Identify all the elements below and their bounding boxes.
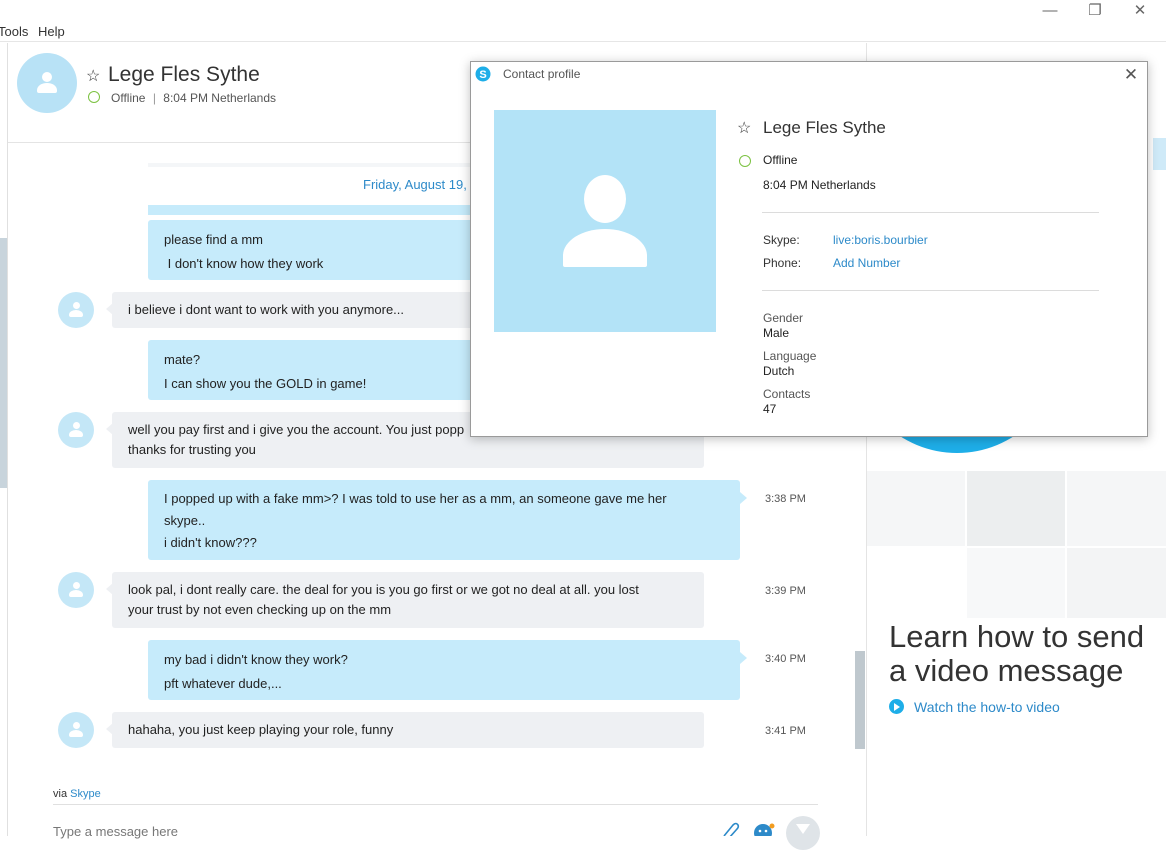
- via-prefix: via: [53, 788, 68, 800]
- message-incoming[interactable]: i believe i dont want to work with you a…: [112, 292, 482, 328]
- contact-avatar-small: [58, 412, 94, 448]
- person-icon: [67, 721, 85, 739]
- person-icon: [563, 175, 647, 267]
- message-text: look pal, i dont really care. the deal f…: [128, 582, 639, 597]
- message-input[interactable]: [53, 822, 693, 840]
- contact-local-time: 8:04 PM Netherlands: [163, 91, 277, 105]
- background-tile: [1067, 471, 1166, 546]
- background-tile: [967, 471, 1065, 546]
- message-text: my bad i didn't know they work?: [164, 652, 348, 667]
- background-tile: [867, 471, 965, 546]
- contacts-label: Contacts: [763, 387, 811, 401]
- message-incoming[interactable]: hahaha, you just keep playing your role,…: [112, 712, 704, 748]
- dialog-title: Contact profile: [503, 67, 581, 81]
- contact-status: Offline: [111, 91, 146, 105]
- contact-status-line: Offline | 8:04 PM Netherlands: [111, 91, 277, 105]
- contacts-count: 47: [763, 402, 777, 416]
- date-separator: Friday, August 19,: [363, 177, 467, 192]
- message-text: pft whatever dude,...: [164, 676, 282, 691]
- message-outgoing[interactable]: I popped up with a fake mm>? I was told …: [148, 480, 740, 560]
- restore-button[interactable]: ❐: [1073, 0, 1117, 22]
- background-tile: [967, 548, 1065, 618]
- profile-status: Offline: [763, 153, 798, 167]
- language-value: Dutch: [763, 364, 795, 378]
- message-text: i didn't know???: [164, 535, 257, 550]
- contact-avatar[interactable]: [17, 53, 77, 113]
- message-text: please find a mm: [164, 232, 263, 247]
- person-icon: [67, 421, 85, 439]
- watch-video-link[interactable]: Watch the how-to video: [889, 699, 1060, 715]
- message-outgoing[interactable]: my bad i didn't know they work? pft what…: [148, 640, 740, 700]
- skype-label: Skype:: [763, 233, 800, 247]
- message-scrollbar[interactable]: [855, 651, 865, 749]
- profile-divider: [762, 290, 1099, 291]
- profile-divider: [762, 212, 1099, 213]
- compose-divider: [53, 804, 818, 805]
- message-text: your trust by not even checking up on th…: [128, 602, 392, 617]
- favorite-star-icon[interactable]: ☆: [86, 66, 100, 86]
- attach-file-icon[interactable]: [720, 820, 740, 836]
- message-text: thanks for trusting you: [128, 442, 256, 457]
- message-time: 3:41 PM: [765, 725, 806, 737]
- promo-title: Learn how to send a video message: [889, 619, 1145, 688]
- message-outgoing[interactable]: please find a mm I don't know how they w…: [148, 220, 488, 280]
- gender-label: Gender: [763, 311, 804, 325]
- left-panel-scrollbar[interactable]: [0, 238, 7, 488]
- menu-help[interactable]: Help: [38, 24, 65, 39]
- message-text: mate?: [164, 352, 201, 367]
- contact-avatar-small: [58, 572, 94, 608]
- gender-value: Male: [763, 326, 790, 340]
- menu-bar: Tools Help — ❐ ✕: [0, 0, 1166, 42]
- contact-name[interactable]: Lege Fles Sythe: [108, 63, 260, 87]
- minimize-button[interactable]: —: [1028, 0, 1072, 22]
- send-icon: [796, 824, 810, 834]
- presence-offline-icon: [88, 91, 100, 103]
- bubble-tail: [740, 492, 747, 504]
- message-time: 3:40 PM: [765, 653, 806, 665]
- contact-profile-dialog: S Contact profile ✕ ☆ Lege Fles Sythe Of…: [470, 61, 1148, 437]
- window-close-button[interactable]: ✕: [1118, 0, 1162, 22]
- contact-avatar-small: [58, 712, 94, 748]
- message-text: I popped up with a fake mm>? I was told …: [164, 491, 667, 506]
- add-number-link[interactable]: Add Number: [833, 256, 900, 270]
- message-text: i believe i dont want to work with you a…: [128, 302, 405, 317]
- message-text: I can show you the GOLD in game!: [164, 376, 367, 391]
- background-tile: [1067, 548, 1166, 618]
- message-time: 3:39 PM: [765, 585, 806, 597]
- skype-id-link[interactable]: live:boris.bourbier: [833, 233, 928, 247]
- presence-offline-icon: [739, 155, 751, 167]
- via-skype-label: via Skype: [53, 788, 101, 800]
- profile-local-time: 8:04 PM Netherlands: [763, 178, 876, 192]
- bubble-tail: [740, 652, 747, 664]
- dialog-close-button[interactable]: ✕: [1121, 65, 1141, 85]
- left-panel-edge: [0, 43, 8, 836]
- language-label: Language: [763, 349, 817, 363]
- play-icon: [889, 699, 904, 714]
- message-time: 3:38 PM: [765, 493, 806, 505]
- profile-photo: [494, 110, 716, 332]
- via-skype-link[interactable]: Skype: [70, 788, 101, 800]
- person-icon: [34, 70, 60, 96]
- message-text: I don't know how they work: [164, 256, 324, 271]
- menu-tools[interactable]: Tools: [0, 24, 28, 39]
- skype-logo-icon: S: [475, 66, 491, 82]
- contact-avatar-small: [58, 292, 94, 328]
- message-incoming[interactable]: look pal, i dont really care. the deal f…: [112, 572, 704, 628]
- message-outgoing[interactable]: mate? I can show you the GOLD in game!: [148, 340, 488, 400]
- phone-label: Phone:: [763, 256, 802, 270]
- message-text: hahaha, you just keep playing your role,…: [128, 722, 394, 737]
- emoticon-icon[interactable]: [753, 822, 775, 836]
- favorite-star-icon[interactable]: ☆: [737, 118, 751, 138]
- svg-text:S: S: [479, 69, 486, 81]
- right-panel-accent: [1153, 138, 1166, 170]
- watch-video-label: Watch the how-to video: [914, 699, 1060, 715]
- send-button[interactable]: [786, 816, 820, 850]
- profile-name: Lege Fles Sythe: [763, 118, 886, 137]
- previous-message-edge: [148, 163, 478, 167]
- person-icon: [67, 581, 85, 599]
- person-icon: [67, 301, 85, 319]
- message-text: skype..: [164, 513, 206, 528]
- previous-message-edge: [148, 205, 478, 215]
